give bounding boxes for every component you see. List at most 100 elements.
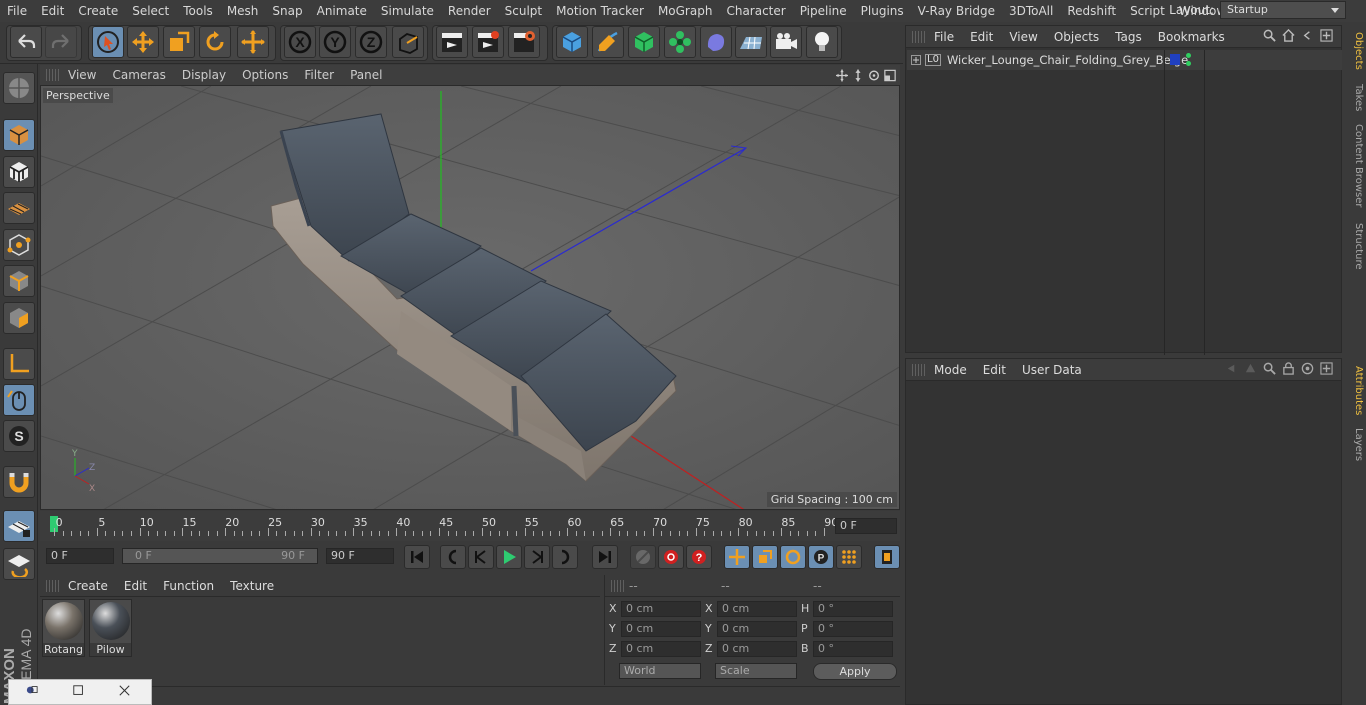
make-editable-button[interactable] <box>3 72 35 104</box>
deformer-button[interactable] <box>700 26 732 58</box>
coord-rotation-field[interactable]: 0 ° <box>813 601 893 617</box>
record-button[interactable] <box>658 545 684 569</box>
coord-rotation-field[interactable]: 0 ° <box>813 641 893 657</box>
menu-character[interactable]: Character <box>719 0 792 22</box>
restore-icon[interactable] <box>9 684 55 700</box>
attribute-menu-mode[interactable]: Mode <box>926 363 975 377</box>
previous-frame-button[interactable] <box>468 545 494 569</box>
key-position-button[interactable] <box>724 545 750 569</box>
object-menu-edit[interactable]: Edit <box>962 30 1001 44</box>
record-keys-disabled-button[interactable] <box>630 545 656 569</box>
key-parameter-button[interactable]: P <box>808 545 834 569</box>
tab-content-browser[interactable]: Content Browser <box>1346 123 1364 209</box>
menu-simulate[interactable]: Simulate <box>374 0 441 22</box>
new-window-icon[interactable] <box>1320 362 1333 375</box>
scale-button[interactable] <box>163 26 195 58</box>
viewport-menu-options[interactable]: Options <box>234 68 296 82</box>
timeline-ruler[interactable]: 0 5 10 15 20 25 30 35 40 45 50 55 60 65 70 75 80 85 90 0 F <box>40 511 900 541</box>
start-frame-field[interactable]: 0 F <box>46 548 114 564</box>
coord-rotation-field[interactable]: 0 ° <box>813 621 893 637</box>
menu-pipeline[interactable]: Pipeline <box>793 0 854 22</box>
tab-takes[interactable]: Takes <box>1346 81 1364 115</box>
menu-sculpt[interactable]: Sculpt <box>498 0 549 22</box>
coord-position-field[interactable]: 0 cm <box>621 621 701 637</box>
axis-mode-button[interactable] <box>3 348 35 380</box>
transform-mode-dropdown[interactable]: Scale <box>715 663 797 679</box>
object-name[interactable]: Wicker_Lounge_Chair_Folding_Grey_Beige <box>947 53 1188 67</box>
back-arrow-icon[interactable] <box>1225 362 1238 375</box>
grip-handle[interactable] <box>912 363 926 376</box>
z-axis-button[interactable]: Z <box>355 26 387 58</box>
maximize-icon[interactable] <box>55 684 101 700</box>
autokey-button[interactable]: ? <box>686 545 712 569</box>
cloner-button[interactable] <box>664 26 696 58</box>
home-icon[interactable] <box>1282 29 1295 42</box>
material-menu-texture[interactable]: Texture <box>222 579 282 593</box>
texture-mode-button[interactable] <box>3 156 35 188</box>
light-button[interactable] <box>806 26 838 58</box>
transform-button[interactable] <box>237 26 269 58</box>
coord-size-field[interactable]: 0 cm <box>717 641 797 657</box>
tweak-mode-button[interactable] <box>3 384 35 416</box>
layout-dropdown[interactable]: Startup <box>1220 1 1346 19</box>
attribute-menu-edit[interactable]: Edit <box>975 363 1014 377</box>
play-button[interactable] <box>496 545 522 569</box>
apply-button[interactable]: Apply <box>813 663 897 680</box>
material-swatch[interactable]: Rotang <box>42 599 85 657</box>
menu-motion-tracker[interactable]: Motion Tracker <box>549 0 651 22</box>
render-settings-button[interactable] <box>508 26 540 58</box>
coord-position-field[interactable]: 0 cm <box>621 601 701 617</box>
coord-size-field[interactable]: 0 cm <box>717 621 797 637</box>
workplane-lock-button[interactable] <box>3 510 35 542</box>
menu-mesh[interactable]: Mesh <box>220 0 266 22</box>
coordinate-system-button[interactable] <box>392 26 424 58</box>
expand-plus-icon[interactable] <box>911 55 921 65</box>
material-menu-edit[interactable]: Edit <box>116 579 155 593</box>
menu-select[interactable]: Select <box>125 0 176 22</box>
orbit-icon[interactable] <box>868 69 880 82</box>
locked-workplane-button[interactable] <box>3 548 35 580</box>
menu-create[interactable]: Create <box>71 0 125 22</box>
camera-button[interactable] <box>770 26 802 58</box>
tab-objects[interactable]: Objects <box>1346 29 1364 73</box>
pen-button[interactable] <box>592 26 624 58</box>
key-rotation-button[interactable] <box>780 545 806 569</box>
go-to-end-button[interactable] <box>592 545 618 569</box>
live-selection-button[interactable] <box>92 26 124 58</box>
menu-edit[interactable]: Edit <box>34 0 71 22</box>
viewport-menu-display[interactable]: Display <box>174 68 234 82</box>
lock-icon[interactable] <box>1282 362 1295 375</box>
edges-mode-button[interactable] <box>3 265 35 297</box>
workplane-mode-button[interactable] <box>3 192 35 224</box>
current-frame-field[interactable]: 0 F <box>835 518 897 534</box>
back-icon[interactable] <box>1301 29 1314 42</box>
key-pla-button[interactable] <box>836 545 862 569</box>
new-window-icon[interactable] <box>1320 29 1333 42</box>
end-frame-field[interactable]: 90 F <box>326 548 394 564</box>
menu-3dtoall[interactable]: 3DToAll <box>1002 0 1060 22</box>
frame-range-slider[interactable]: 0 F 90 F <box>122 548 318 564</box>
coordinate-system-dropdown[interactable]: World <box>619 663 701 679</box>
render-view-button[interactable] <box>436 26 468 58</box>
previous-key-button[interactable] <box>440 545 466 569</box>
close-icon[interactable] <box>101 684 147 700</box>
menu-file[interactable]: File <box>0 0 34 22</box>
tab-layers[interactable]: Layers <box>1346 427 1364 463</box>
search-icon[interactable] <box>1263 362 1276 375</box>
target-icon[interactable] <box>1301 362 1314 375</box>
viewport-menu-filter[interactable]: Filter <box>296 68 342 82</box>
undo-button[interactable] <box>10 26 42 58</box>
object-menu-bookmarks[interactable]: Bookmarks <box>1150 30 1233 44</box>
next-key-button[interactable] <box>552 545 578 569</box>
polygons-mode-button[interactable] <box>3 302 35 334</box>
timeline-window-button[interactable] <box>874 545 900 569</box>
menu-script[interactable]: Script <box>1123 0 1172 22</box>
viewport-menu-cameras[interactable]: Cameras <box>104 68 173 82</box>
up-arrow-icon[interactable] <box>1244 362 1257 375</box>
y-axis-button[interactable]: Y <box>319 26 351 58</box>
grip-handle[interactable] <box>46 69 60 81</box>
tab-structure[interactable]: Structure <box>1346 221 1364 271</box>
floor-button[interactable] <box>735 26 767 58</box>
visibility-editor-dot[interactable] <box>1186 53 1191 58</box>
material-menu-function[interactable]: Function <box>155 579 222 593</box>
